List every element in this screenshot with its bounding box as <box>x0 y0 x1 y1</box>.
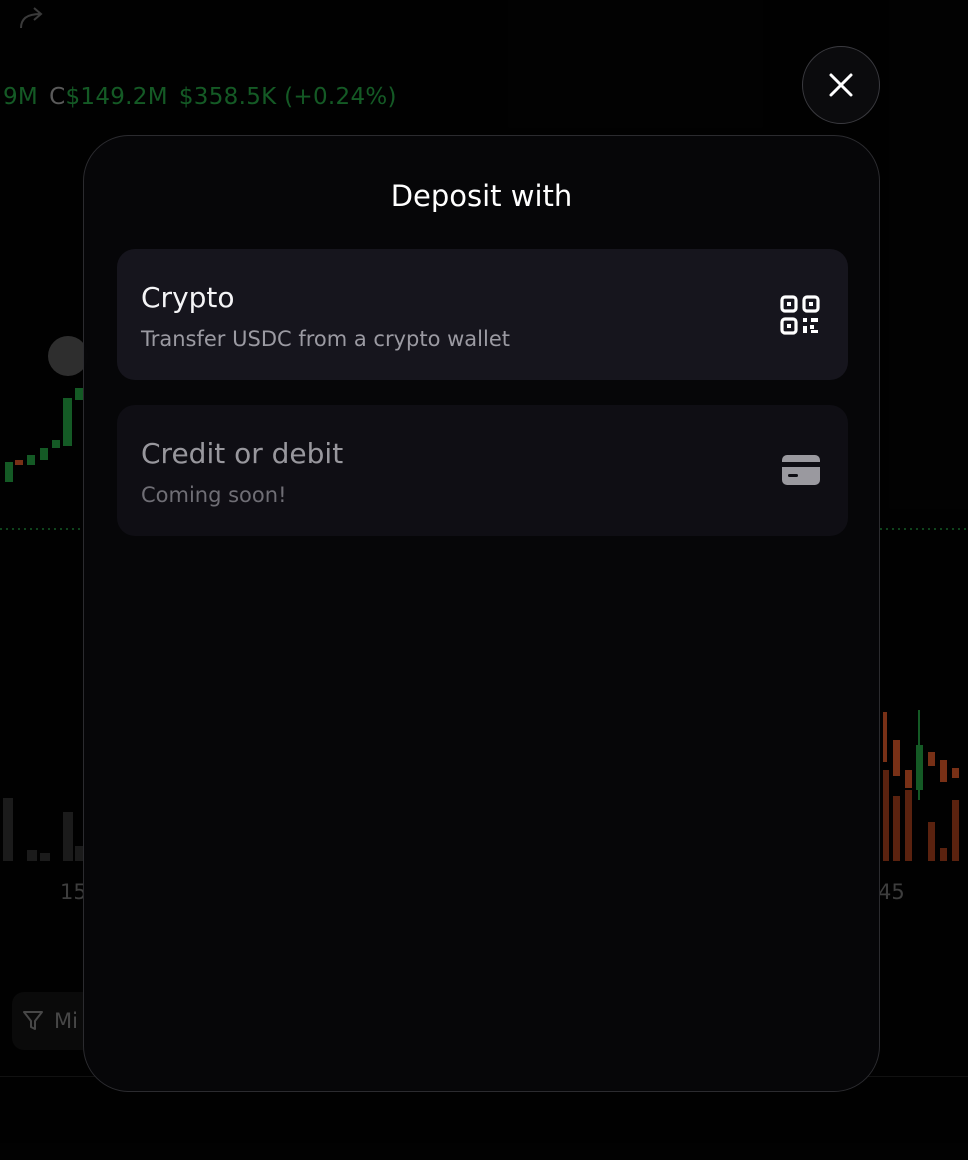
close-button[interactable] <box>802 46 880 124</box>
option-title: Credit or debit <box>141 437 344 470</box>
close-icon <box>829 73 853 97</box>
qr-code-icon <box>780 295 820 335</box>
option-title: Crypto <box>141 281 235 314</box>
deposit-option-card: Credit or debit Coming soon! <box>117 405 848 536</box>
modal-title: Deposit with <box>390 179 573 213</box>
deposit-modal: Deposit with Crypto Transfer USDC from a… <box>83 135 880 1092</box>
page: 9M C$149.2M $358.5K (+0.24%) 15 45 Mi De… <box>0 0 968 1160</box>
deposit-option-crypto[interactable]: Crypto Transfer USDC from a crypto walle… <box>117 249 848 380</box>
credit-card-icon <box>782 455 820 485</box>
option-subtitle: Coming soon! <box>141 483 287 507</box>
option-subtitle: Transfer USDC from a crypto wallet <box>141 327 510 351</box>
